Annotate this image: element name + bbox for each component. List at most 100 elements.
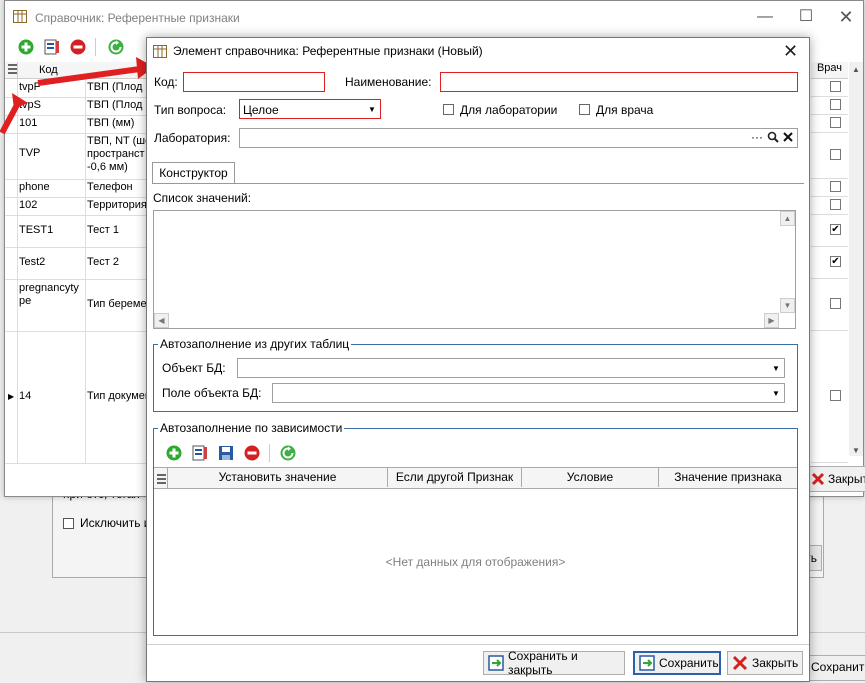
cell-name: ТВП, NT (ше пространст -0,6 мм) bbox=[87, 135, 147, 173]
cell-code: TEST1 bbox=[19, 224, 54, 236]
column-header-other-attribute[interactable]: Если другой Признак bbox=[388, 468, 522, 487]
vrach-checkbox[interactable] bbox=[830, 390, 841, 401]
column-chooser-icon[interactable] bbox=[157, 473, 166, 484]
scroll-up-icon[interactable]: ▲ bbox=[780, 211, 795, 226]
code-label: Код: bbox=[154, 75, 178, 89]
list-window-title: Справочник: Референтные признаки bbox=[35, 11, 240, 25]
list-grid: tvpF ТВП (Плод 1 tvpS ТВП (Плод 2 101 ТВП (мм… bbox=[5, 78, 149, 464]
for-lab-label: Для лаборатории bbox=[460, 103, 558, 117]
vrach-checkbox[interactable] bbox=[830, 298, 841, 309]
close-button[interactable]: Закрыть bbox=[727, 651, 803, 675]
background-save-button[interactable]: Сохранить bbox=[808, 655, 865, 681]
close-icon[interactable]: ✕ bbox=[831, 5, 861, 29]
table-row[interactable]: phone Телефон bbox=[5, 179, 149, 198]
red-arrow-annotation bbox=[0, 45, 160, 135]
element-dialog: Элемент справочника: Референтные признак… bbox=[146, 37, 810, 682]
db-object-select[interactable]: ▼ bbox=[237, 358, 785, 378]
save-and-close-label: Сохранить и закрыть bbox=[508, 649, 578, 677]
lab-label: Лаборатория: bbox=[154, 131, 231, 145]
values-list-textarea[interactable]: ▲ ▼ ◀ ▶ bbox=[153, 210, 796, 329]
table-row[interactable]: 102 Территория bbox=[5, 197, 149, 216]
save-label: Сохранить bbox=[659, 656, 719, 670]
dependency-table-header: Установить значение Если другой Признак … bbox=[154, 467, 797, 489]
question-type-value: Целое bbox=[243, 103, 279, 117]
cell-name: Территория bbox=[87, 199, 147, 211]
delete-icon[interactable] bbox=[241, 442, 263, 464]
column-header-set-value[interactable]: Установить значение bbox=[168, 468, 388, 487]
for-lab-checkbox[interactable] bbox=[443, 104, 454, 115]
vrach-checkbox[interactable] bbox=[830, 99, 841, 110]
vrach-checkbox[interactable] bbox=[830, 117, 841, 128]
autofill-dependency-group: Автозаполнение по зависимости Установить… bbox=[153, 421, 798, 636]
table-row[interactable]: TEST1 Тест 1 bbox=[5, 215, 149, 248]
lab-input[interactable]: ··· bbox=[239, 128, 798, 148]
list-close-button[interactable]: Закрыть bbox=[807, 466, 865, 492]
cell-name: Тест 2 bbox=[87, 256, 119, 268]
table-row[interactable]: Test2 Тест 2 bbox=[5, 247, 149, 280]
table-row[interactable]: pregnancytype Тип беремен bbox=[5, 279, 149, 332]
save-and-close-button[interactable]: Сохранить и закрыть bbox=[483, 649, 625, 677]
close-x-icon bbox=[811, 472, 825, 486]
chevron-down-icon[interactable]: ▼ bbox=[768, 359, 784, 377]
db-field-select[interactable]: ▼ bbox=[272, 383, 785, 403]
db-object-label: Объект БД: bbox=[162, 361, 226, 375]
vrach-checkbox[interactable] bbox=[830, 149, 841, 160]
table-icon bbox=[153, 45, 167, 58]
save-close-icon bbox=[488, 655, 504, 671]
list-scrollbar[interactable] bbox=[849, 78, 863, 456]
tab-underline bbox=[152, 183, 804, 184]
refresh-icon[interactable] bbox=[277, 442, 299, 464]
vrach-checkbox[interactable]: ✔ bbox=[830, 224, 841, 235]
vrach-checkbox[interactable]: ✔ bbox=[830, 256, 841, 267]
scroll-right-icon[interactable]: ▶ bbox=[764, 313, 779, 328]
cell-code: 102 bbox=[19, 199, 38, 211]
list-grid-vrach-column: ✔ ✔ bbox=[811, 78, 848, 463]
autofill-tables-title: Автозаполнение из других таблиц bbox=[158, 337, 352, 351]
edit-list-icon[interactable] bbox=[189, 442, 211, 464]
save-icon[interactable] bbox=[215, 442, 237, 464]
values-list-label: Список значений: bbox=[153, 191, 252, 205]
minimize-icon[interactable]: — bbox=[750, 5, 780, 29]
cell-name: Тип беремен bbox=[87, 298, 147, 310]
add-icon[interactable] bbox=[163, 442, 185, 464]
table-row[interactable]: ▶ 14 Тип докумен bbox=[5, 331, 149, 464]
chevron-down-icon[interactable]: ▼ bbox=[768, 384, 784, 402]
scroll-up-icon[interactable]: ▲ bbox=[849, 62, 863, 78]
buttons-divider bbox=[147, 644, 809, 645]
current-row-indicator-icon: ▶ bbox=[8, 392, 15, 401]
cell-name: Телефон bbox=[87, 181, 133, 193]
cell-code: Test2 bbox=[19, 256, 46, 268]
column-header-attribute-value[interactable]: Значение признака bbox=[659, 468, 797, 487]
save-button[interactable]: Сохранить bbox=[633, 651, 721, 675]
table-row[interactable]: TVP ТВП, NT (ше пространст -0,6 мм) bbox=[5, 133, 149, 180]
code-input[interactable] bbox=[183, 72, 325, 92]
cell-name: Тип докумен bbox=[87, 390, 147, 402]
list-close-label: Закрыть bbox=[828, 472, 865, 486]
question-type-label: Тип вопроса: bbox=[154, 103, 227, 117]
exclude-checkbox[interactable] bbox=[63, 518, 74, 529]
cell-name: Тест 1 bbox=[87, 224, 119, 236]
column-header-condition[interactable]: Условие bbox=[522, 468, 659, 487]
dialog-close-icon[interactable]: ✕ bbox=[783, 41, 798, 62]
scroll-down-icon[interactable]: ▼ bbox=[780, 298, 795, 313]
name-input[interactable] bbox=[440, 72, 798, 92]
vrach-checkbox[interactable] bbox=[830, 81, 841, 92]
maximize-icon[interactable]: ☐ bbox=[791, 5, 821, 29]
vrach-checkbox[interactable] bbox=[830, 181, 841, 192]
ellipsis-icon[interactable]: ··· bbox=[751, 130, 763, 144]
for-doctor-checkbox[interactable] bbox=[579, 104, 590, 115]
clear-icon[interactable] bbox=[782, 130, 794, 142]
db-field-label: Поле объекта БД: bbox=[162, 386, 262, 400]
search-icon[interactable] bbox=[767, 131, 779, 143]
chevron-down-icon[interactable]: ▼ bbox=[364, 100, 380, 118]
question-type-select[interactable]: Целое ▼ bbox=[239, 99, 381, 119]
vrach-checkbox[interactable] bbox=[830, 199, 841, 210]
column-header-vrach[interactable]: Врач bbox=[811, 62, 848, 79]
tab-constructor[interactable]: Конструктор bbox=[152, 162, 235, 183]
save-arrow-icon bbox=[639, 655, 655, 671]
table-icon bbox=[13, 10, 27, 23]
scroll-left-icon[interactable]: ◀ bbox=[154, 313, 169, 328]
cell-code: phone bbox=[19, 181, 50, 193]
cell-code: pregnancytype bbox=[19, 282, 79, 307]
scroll-down-icon[interactable]: ▼ bbox=[849, 444, 863, 458]
